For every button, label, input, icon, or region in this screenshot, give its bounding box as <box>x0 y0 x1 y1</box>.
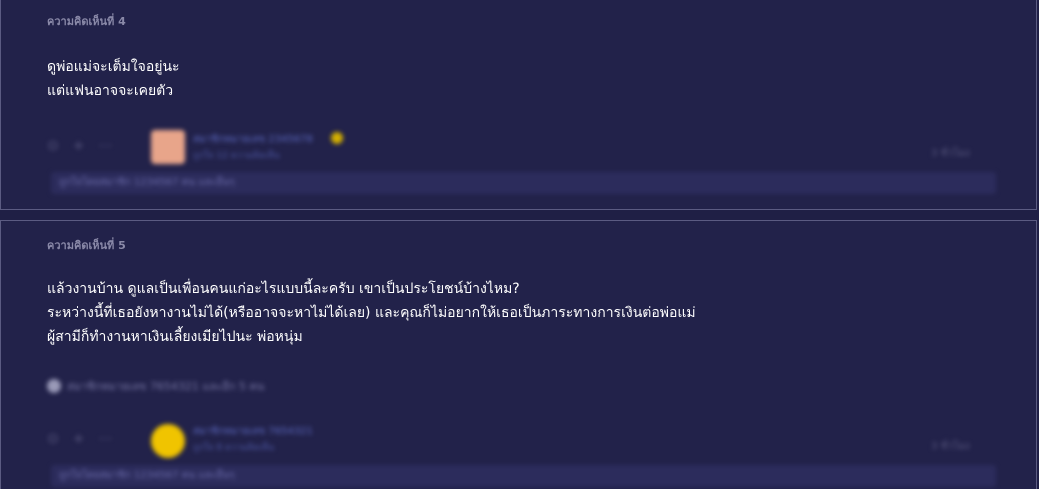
comment-5: ความคิดเห็นที่ 5 แล้วงานบ้าน ดูแลเป็นเพื… <box>0 220 1037 489</box>
thumbs-up-icon[interactable]: ⊙ <box>47 138 59 154</box>
comment-line: ดูพ่อแม่จะเต็มใจอยู่นะ <box>47 59 180 75</box>
emoji-icon[interactable]: + <box>73 138 85 154</box>
comment-body: ดูพ่อแม่จะเต็มใจอยู่นะ แต่แฟนอาจจะเคยตัว <box>47 55 180 103</box>
username-link[interactable]: สมาชิกหมายเลข 7654321 <box>193 424 313 439</box>
comment-4: ความคิดเห็นที่ 4 ดูพ่อแม่จะเต็มใจอยู่นะ … <box>0 0 1037 210</box>
more-icon[interactable]: ⋯ <box>98 138 112 154</box>
comments-page: ความคิดเห็นที่ 4 ดูพ่อแม่จะเต็มใจอยู่นะ … <box>0 0 1039 489</box>
user-meta: ถูกใจ 12 ความคิดเห็น <box>193 151 280 161</box>
more-icon[interactable]: ⋯ <box>98 431 112 447</box>
comment-body: แล้วงานบ้าน ดูแลเป็นเพื่อนคนแก่อะไรแบบนี… <box>47 277 696 349</box>
comment-actions: ⊙ + ⋯ <box>47 431 112 447</box>
username-link[interactable]: สมาชิกหมายเลข 2345678 <box>193 132 313 147</box>
comment-actions: ⊙ + ⋯ <box>47 138 112 154</box>
comment-line: ผู้สามีก็ทำงานหาเงินเลี้ยงเมียไปนะ พ่อหน… <box>47 329 303 345</box>
member-badge-icon <box>331 132 343 144</box>
reply-bar[interactable]: ถูกใจโดยสมาชิก 1234567 คน และอื่นๆ <box>51 465 996 487</box>
comment-label: ความคิดเห็นที่ 4 <box>47 15 126 28</box>
post-time: 3 ชั่วโมง <box>931 441 970 452</box>
comment-line: แล้วงานบ้าน ดูแลเป็นเพื่อนคนแก่อะไรแบบนี… <box>47 281 520 297</box>
reaction-icon <box>47 379 61 393</box>
thumbs-up-icon[interactable]: ⊙ <box>47 431 59 447</box>
reply-bar[interactable]: ถูกใจโดยสมาชิก 1234567 คน และอื่นๆ <box>51 172 996 194</box>
post-time: 3 ชั่วโมง <box>931 148 970 159</box>
comment-line: ระหว่างนี้ที่เธอยังหางานไม่ได้(หรืออาจจะ… <box>47 305 696 321</box>
user-meta: ถูกใจ 8 ความคิดเห็น <box>193 443 275 453</box>
reaction-text: สมาชิกหมายเลข 7654321 และอีก 5 คน <box>67 380 265 393</box>
avatar[interactable] <box>151 424 185 458</box>
reaction-summary[interactable]: สมาชิกหมายเลข 7654321 และอีก 5 คน <box>47 377 264 395</box>
comment-label: ความคิดเห็นที่ 5 <box>47 239 126 252</box>
avatar[interactable] <box>151 130 185 164</box>
comment-line: แต่แฟนอาจจะเคยตัว <box>47 83 174 99</box>
emoji-icon[interactable]: + <box>73 431 85 447</box>
comment-separator <box>0 210 1039 220</box>
